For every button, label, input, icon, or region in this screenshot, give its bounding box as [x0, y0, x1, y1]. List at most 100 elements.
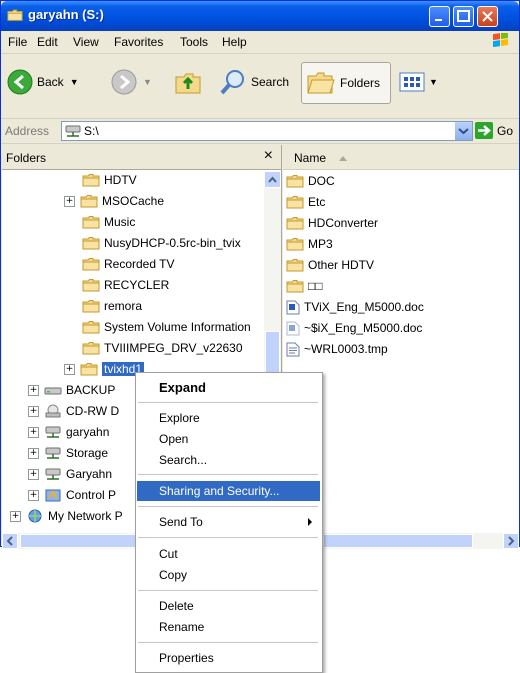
menu-item-copy[interactable]: Copy [137, 565, 320, 585]
minimize-button[interactable] [429, 6, 450, 27]
go-arrow-icon [478, 125, 491, 136]
tree-item[interactable]: Recorded TV [82, 255, 174, 273]
menu-separator [138, 642, 318, 643]
close-button[interactable] [477, 6, 498, 27]
temp-file-icon [286, 342, 300, 357]
expand-icon[interactable]: + [64, 195, 75, 207]
address-input[interactable]: S:\ [61, 121, 473, 141]
tree-item[interactable]: + My Network P [10, 507, 123, 525]
expand-icon[interactable]: + [28, 405, 39, 417]
maximize-button[interactable] [453, 6, 474, 27]
menu-favorites[interactable]: Favorites [114, 35, 163, 49]
menu-item-label: Explore [159, 411, 200, 425]
menu-item-expand[interactable]: Expand [137, 377, 320, 397]
menu-edit[interactable]: Edit [37, 35, 58, 49]
scroll-right-button[interactable] [503, 533, 519, 549]
menu-item-label: Copy [159, 568, 188, 582]
list-item[interactable]: Etc [286, 193, 325, 211]
search-label: Search [251, 75, 290, 89]
search-button[interactable]: Search [219, 62, 289, 102]
tree-item-label: My Network P [48, 509, 123, 523]
close-icon[interactable]: × [264, 147, 273, 165]
menu-file[interactable]: File [8, 35, 27, 49]
list-item-label: HDConverter [308, 216, 379, 230]
tree-item[interactable]: RECYCLER [82, 276, 169, 294]
chevron-right-icon [508, 536, 515, 546]
close-icon [482, 11, 493, 22]
chevron-down-icon[interactable]: ▼ [70, 77, 79, 87]
menu-item-properties[interactable]: Properties [137, 648, 320, 668]
list-item[interactable]: □□ [286, 277, 323, 295]
list-item[interactable]: Other HDTV [286, 256, 374, 274]
list-item-label: ~$iX_Eng_M5000.doc [304, 321, 423, 335]
tree-item[interactable]: + garyahn [28, 423, 109, 441]
menu-item-sharing-and-security[interactable]: Sharing and Security... [137, 481, 320, 501]
menu-item-label: Delete [159, 599, 194, 613]
tree-item[interactable]: + Storage [28, 444, 108, 462]
tree-item[interactable]: HDTV [82, 171, 137, 189]
expand-icon[interactable]: + [28, 489, 39, 501]
scroll-left-button[interactable] [2, 533, 18, 549]
tree-item[interactable]: + BACKUP [28, 381, 115, 399]
list-item[interactable]: DOC [286, 172, 335, 190]
folder-icon [286, 216, 304, 230]
go-label[interactable]: Go [497, 124, 513, 138]
tree-item-label: Music [104, 215, 136, 229]
menu-item-delete[interactable]: Delete [137, 596, 320, 616]
tree-item[interactable]: + MSOCache [64, 192, 164, 210]
list-item[interactable]: MP3 [286, 235, 333, 253]
go-button[interactable] [475, 122, 493, 139]
expand-icon[interactable]: + [28, 468, 39, 480]
address-bar: Address S:\ Go [1, 119, 519, 144]
expand-icon[interactable]: + [28, 384, 39, 396]
menu-item-rename[interactable]: Rename [137, 617, 320, 637]
up-folder-button[interactable] [173, 62, 203, 102]
menu-item-search[interactable]: Search... [137, 450, 320, 470]
chevron-down-icon[interactable]: ▼ [143, 77, 152, 87]
back-button[interactable]: Back ▼ [7, 62, 79, 102]
folders-button[interactable]: Folders [301, 62, 391, 104]
chevron-down-icon[interactable]: ▼ [429, 77, 438, 87]
menu-item-send-to[interactable]: Send To [137, 512, 320, 532]
list-item[interactable]: HDConverter [286, 214, 378, 232]
list-item-label: □□ [308, 279, 323, 293]
folder-icon [82, 257, 100, 271]
tree-item[interactable]: remora [82, 297, 142, 315]
tree-item[interactable]: NusyDHCP-0.5rc-bin_tvix [82, 234, 241, 252]
menu-item-label: Search... [159, 453, 208, 467]
tree-item[interactable]: + Garyahn [28, 465, 112, 483]
menu-item-open[interactable]: Open [137, 429, 320, 449]
views-button[interactable]: ▼ [399, 62, 438, 102]
folder-icon [82, 173, 100, 187]
scroll-up-button[interactable] [264, 171, 281, 188]
list-item[interactable]: ~WRL0003.tmp [286, 340, 388, 358]
expand-icon[interactable]: + [28, 447, 39, 459]
title-bar[interactable]: garyahn (S:) [1, 1, 519, 31]
tree-item[interactable]: TVIIIMPEG_DRV_v22630 [82, 339, 243, 357]
menu-view[interactable]: View [73, 35, 99, 49]
expand-icon[interactable]: + [64, 363, 75, 375]
list-item[interactable]: TViX_Eng_M5000.doc [286, 298, 424, 316]
forward-button[interactable]: ▼ [111, 62, 152, 102]
address-value: S:\ [84, 124, 99, 138]
menu-item-explore[interactable]: Explore [137, 408, 320, 428]
folder-icon [82, 299, 100, 313]
tree-item[interactable]: + Control P [28, 486, 116, 504]
menu-item-cut[interactable]: Cut [137, 544, 320, 564]
expand-icon[interactable]: + [10, 510, 21, 522]
toolbar: Back ▼ ▼ Search Folders ▼ [1, 54, 519, 119]
column-header-name[interactable]: Name [283, 145, 519, 170]
folder-up-icon [175, 73, 201, 94]
menu-help[interactable]: Help [222, 35, 247, 49]
address-dropdown-button[interactable] [454, 122, 472, 140]
tree-item[interactable]: + CD-RW D [28, 402, 119, 420]
tree-item[interactable]: System Volume Information [82, 318, 251, 336]
tree-item-selected[interactable]: + tvixhd1 [64, 360, 145, 378]
menu-tools[interactable]: Tools [180, 35, 208, 49]
list-item-label: DOC [308, 174, 335, 188]
menu-item-label: Rename [159, 620, 205, 634]
list-item[interactable]: ~$iX_Eng_M5000.doc [286, 319, 422, 337]
expand-icon[interactable]: + [28, 426, 39, 438]
scroll-thumb[interactable] [323, 534, 473, 548]
tree-item[interactable]: Music [82, 213, 135, 231]
